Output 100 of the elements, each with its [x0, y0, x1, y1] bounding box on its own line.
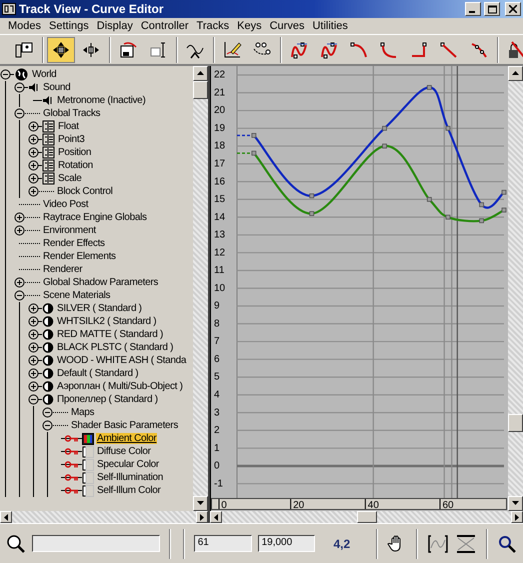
key-marker[interactable] — [382, 144, 387, 148]
tree-item[interactable]: Self-Illum Color — [96, 485, 162, 496]
value-field[interactable]: 19,000 — [258, 535, 316, 552]
tree-item[interactable]: Maps — [70, 407, 96, 418]
collapse-toggle[interactable] — [14, 108, 25, 119]
tree-item[interactable]: Self-Illumination — [96, 472, 164, 483]
menu-item[interactable]: Utilities — [308, 20, 352, 32]
collapse-toggle[interactable] — [0, 69, 11, 80]
scrollbar[interactable] — [193, 66, 208, 511]
tree-item[interactable]: Пропеллер ( Standard ) — [56, 394, 159, 405]
tree-item[interactable]: Scene Materials — [42, 290, 112, 301]
tree-item[interactable]: Ambient Color — [96, 433, 158, 444]
scrollbar-thumb[interactable] — [193, 81, 208, 99]
toolbar-button[interactable] — [47, 36, 75, 62]
expand-toggle[interactable] — [28, 121, 39, 132]
curve-line[interactable] — [253, 86, 505, 208]
collapse-toggle[interactable] — [14, 82, 25, 93]
scrollbar-thumb[interactable] — [508, 414, 523, 432]
tree-item[interactable]: Render Elements — [42, 251, 117, 262]
menu-item[interactable]: Settings — [45, 20, 93, 32]
tree-item[interactable]: Default ( Standard ) — [56, 368, 140, 379]
tree-item[interactable]: Global Tracks — [42, 108, 102, 119]
close-button[interactable] — [505, 2, 521, 16]
tree-item[interactable]: World — [31, 69, 58, 80]
key-marker[interactable] — [426, 85, 432, 90]
expand-toggle[interactable] — [28, 186, 39, 197]
tree-item[interactable]: Renderer — [42, 264, 84, 275]
tree-item[interactable]: RED MATTE ( Standard ) — [56, 329, 164, 340]
menu-item[interactable]: Tracks — [192, 20, 234, 32]
curve-graph[interactable]: -1 0 1 2 3 4 5 6 7 8 9 10 11 12 13 14 15 16 17 18 19 20 21 22 0 20 40 60 — [211, 66, 507, 510]
key-marker[interactable] — [426, 196, 432, 202]
tree-item[interactable]: WOOD - WHITE ASH ( Standa — [56, 355, 188, 366]
expand-toggle[interactable] — [28, 160, 39, 171]
expand-toggle[interactable] — [14, 225, 25, 236]
expand-toggle[interactable] — [28, 316, 39, 327]
scrollbar[interactable] — [210, 511, 523, 523]
key-marker[interactable] — [309, 211, 314, 216]
menu-item[interactable]: Modes — [4, 20, 46, 32]
expand-toggle[interactable] — [14, 277, 25, 288]
expand-toggle[interactable] — [28, 329, 39, 340]
key-marker[interactable] — [251, 133, 256, 138]
key-marker[interactable] — [446, 126, 450, 131]
tree-item[interactable]: Rotation — [57, 160, 94, 171]
scrollbar-thumb[interactable] — [356, 511, 376, 523]
arrow-icon — [197, 501, 204, 506]
key-marker[interactable] — [382, 126, 387, 131]
key-marker[interactable] — [446, 214, 450, 220]
menu-item[interactable]: Curves — [266, 20, 308, 32]
tree-item[interactable]: Block Control — [56, 186, 114, 197]
tree-item[interactable]: SILVER ( Standard ) — [56, 303, 143, 314]
expand-toggle[interactable] — [28, 303, 39, 314]
tree-item[interactable]: WHTSILK2 ( Standard ) — [56, 316, 158, 327]
tree-item[interactable]: BLACK PLSTC ( Standard ) — [56, 342, 174, 353]
expand-toggle[interactable] — [28, 173, 39, 184]
tree-item[interactable]: Raytrace Engine Globals — [42, 212, 148, 223]
tree-item[interactable]: Specular Color — [96, 459, 160, 470]
axis-label: 11 — [214, 265, 224, 276]
key-marker[interactable] — [502, 190, 506, 195]
tree-item[interactable]: Point3 — [57, 134, 86, 145]
expand-toggle[interactable] — [28, 355, 39, 366]
collapse-toggle[interactable] — [28, 394, 39, 405]
expand-toggle[interactable] — [28, 134, 39, 145]
menu-item[interactable]: Keys — [233, 20, 266, 32]
tree-item[interactable]: Metronome (Inactive) — [56, 95, 146, 106]
scrollbar[interactable] — [508, 66, 523, 511]
time-ruler[interactable]: 0 20 40 60 — [211, 498, 507, 510]
menu-item[interactable]: Controller — [136, 20, 193, 32]
minimize-button[interactable] — [465, 2, 481, 16]
expand-toggle[interactable] — [28, 381, 39, 392]
scrollbar[interactable] — [0, 511, 208, 523]
key-marker[interactable] — [251, 150, 256, 156]
tree-item[interactable]: Render Effects — [42, 238, 106, 249]
tree-item[interactable]: Scale — [57, 173, 83, 184]
tree-item[interactable]: Video Post — [42, 199, 90, 210]
maximize-button[interactable] — [484, 2, 500, 16]
frame-field[interactable]: 61 — [194, 535, 252, 552]
tree-item[interactable]: Sound — [42, 82, 72, 93]
collapse-toggle[interactable] — [42, 420, 53, 431]
material-sphere-icon — [42, 315, 54, 328]
key-stats-label[interactable]: 4,2 — [333, 536, 350, 550]
tree-item[interactable]: Diffuse Color — [96, 446, 152, 457]
expand-toggle[interactable] — [14, 212, 25, 223]
input-field[interactable] — [32, 535, 160, 552]
tree-item[interactable]: Аэроплан ( Multi/Sub-Object ) — [56, 381, 184, 392]
key-marker[interactable] — [479, 218, 484, 224]
expand-toggle[interactable] — [28, 368, 39, 379]
tree-item[interactable]: Environment — [42, 225, 97, 236]
menu-item[interactable]: Display — [92, 20, 137, 32]
tree-item[interactable]: Position — [57, 147, 92, 158]
expand-toggle[interactable] — [28, 342, 39, 353]
expand-toggle[interactable] — [28, 147, 39, 158]
tree-item[interactable]: Float — [57, 121, 80, 132]
tree-item[interactable]: Global Shadow Parameters — [42, 277, 160, 288]
tree-item[interactable]: Shader Basic Parameters — [70, 420, 180, 431]
key-marker[interactable] — [479, 202, 484, 208]
axis-label: 2 — [214, 425, 220, 436]
key-marker[interactable] — [502, 208, 506, 212]
collapse-toggle[interactable] — [42, 407, 53, 418]
key-marker[interactable] — [309, 193, 314, 198]
collapse-toggle[interactable] — [14, 290, 25, 301]
